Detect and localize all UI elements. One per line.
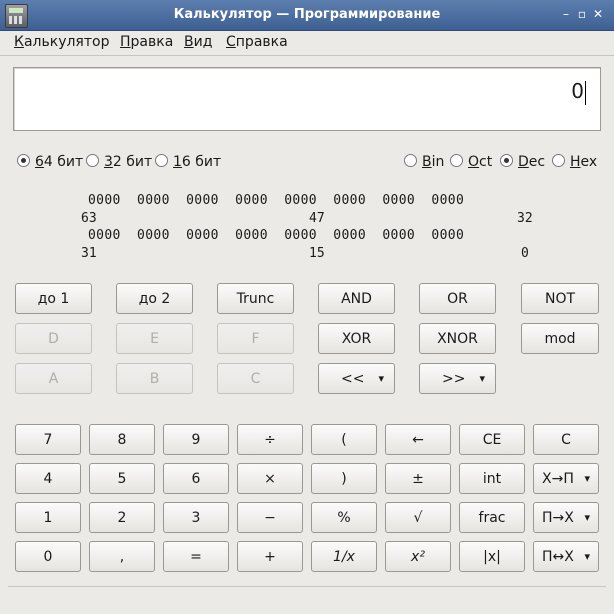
hex-a-button[interactable]: A	[15, 363, 92, 394]
digit-8-button[interactable]: 8	[89, 424, 155, 455]
radio-icon	[86, 154, 99, 167]
digit-3-button[interactable]: 3	[163, 502, 229, 533]
word-size-64-radio[interactable]: 64 бит	[17, 154, 83, 170]
digit-1-button[interactable]: 1	[15, 502, 81, 533]
or-button[interactable]: OR	[419, 283, 496, 314]
chevron-down-icon: ▾	[479, 372, 485, 385]
menu-view[interactable]: Вид	[184, 34, 212, 50]
radio-selected-icon	[17, 154, 30, 167]
digit-9-button[interactable]: 9	[163, 424, 229, 455]
digit-0-button[interactable]: 0	[15, 541, 81, 572]
plus-minus-button[interactable]: ±	[385, 463, 451, 494]
clear-entry-button[interactable]: CE	[459, 424, 525, 455]
left-paren-button[interactable]: (	[311, 424, 377, 455]
right-paren-button[interactable]: )	[311, 463, 377, 494]
trunc-button[interactable]: Trunc	[217, 283, 294, 314]
radio-icon	[155, 154, 168, 167]
bits-row-upper[interactable]: 0000 0000 0000 0000 0000 0000 0000 0000	[88, 193, 464, 208]
menu-help[interactable]: Справка	[226, 34, 288, 50]
digit-2-button[interactable]: 2	[89, 502, 155, 533]
radio-selected-icon	[500, 154, 513, 167]
and-button[interactable]: AND	[318, 283, 395, 314]
shift-right-label: >>	[442, 370, 466, 387]
radio-icon	[450, 154, 463, 167]
base-dec-radio[interactable]: Dec	[500, 154, 545, 170]
fill-ones-button[interactable]: до 1	[15, 283, 92, 314]
digit-4-button[interactable]: 4	[15, 463, 81, 494]
menu-calculator[interactable]: Калькулятор	[14, 34, 109, 50]
base-hex-radio[interactable]: Hex	[552, 154, 597, 170]
bit-label-32: 32	[517, 211, 533, 226]
hex-e-button[interactable]: E	[116, 323, 193, 354]
exchange-memory-dropdown[interactable]: П↔X ▾	[533, 541, 599, 572]
menu-edit[interactable]: Правка	[120, 34, 173, 50]
store-memory-label: X→П	[542, 470, 574, 487]
not-button[interactable]: NOT	[521, 283, 599, 314]
maximize-icon[interactable]: ▫	[576, 8, 588, 20]
bit-label-15: 15	[309, 246, 325, 261]
chevron-down-icon: ▾	[378, 372, 384, 385]
bit-label-47: 47	[309, 211, 325, 226]
digit-7-button[interactable]: 7	[15, 424, 81, 455]
menu-bar: Калькулятор Правка Вид Справка	[0, 31, 614, 56]
digit-6-button[interactable]: 6	[163, 463, 229, 494]
square-button[interactable]: x²	[385, 541, 451, 572]
chevron-down-icon: ▾	[584, 550, 590, 563]
status-separator	[8, 586, 606, 587]
reciprocal-button[interactable]: 1/x	[311, 541, 377, 572]
subtract-button[interactable]: −	[237, 502, 303, 533]
xnor-button[interactable]: XNOR	[419, 323, 496, 354]
mod-button[interactable]: mod	[521, 323, 599, 354]
word-size-16-radio[interactable]: 16 бит	[155, 154, 221, 170]
bit-label-31: 31	[81, 246, 97, 261]
chevron-down-icon: ▾	[584, 472, 590, 485]
digit-5-button[interactable]: 5	[89, 463, 155, 494]
radio-icon	[404, 154, 417, 167]
multiply-button[interactable]: ×	[237, 463, 303, 494]
percent-button[interactable]: %	[311, 502, 377, 533]
hex-d-button[interactable]: D	[15, 323, 92, 354]
xor-button[interactable]: XOR	[318, 323, 395, 354]
backspace-button[interactable]: ←	[385, 424, 451, 455]
base-oct-radio[interactable]: Oct	[450, 154, 492, 170]
shift-left-label: <<	[341, 370, 365, 387]
exchange-memory-label: П↔X	[542, 548, 574, 565]
abs-button[interactable]: |x|	[459, 541, 525, 572]
display-value: 0	[571, 79, 586, 105]
add-button[interactable]: +	[237, 541, 303, 572]
store-memory-dropdown[interactable]: X→П ▾	[533, 463, 599, 494]
frac-button[interactable]: frac	[459, 502, 525, 533]
clear-button[interactable]: C	[533, 424, 599, 455]
sqrt-button[interactable]: √	[385, 502, 451, 533]
bit-label-0: 0	[521, 246, 529, 261]
hex-b-button[interactable]: B	[116, 363, 193, 394]
fill-twos-button[interactable]: до 2	[116, 283, 193, 314]
bit-label-63: 63	[81, 211, 97, 226]
divide-button[interactable]: ÷	[237, 424, 303, 455]
word-size-32-radio[interactable]: 32 бит	[86, 154, 152, 170]
equals-button[interactable]: =	[163, 541, 229, 572]
shift-left-dropdown[interactable]: << ▾	[318, 363, 395, 394]
int-button[interactable]: int	[459, 463, 525, 494]
title-bar: Калькулятор — Программирование – ▫ ✕	[0, 0, 614, 31]
recall-memory-label: П→X	[542, 509, 574, 526]
recall-memory-dropdown[interactable]: П→X ▾	[533, 502, 599, 533]
base-bin-radio[interactable]: Bin	[404, 154, 444, 170]
bits-row-lower[interactable]: 0000 0000 0000 0000 0000 0000 0000 0000	[88, 228, 464, 243]
window-title: Калькулятор — Программирование	[173, 7, 441, 22]
minimize-icon[interactable]: –	[560, 8, 572, 20]
hex-f-button[interactable]: F	[217, 323, 294, 354]
display-field[interactable]: 0	[13, 67, 601, 131]
chevron-down-icon: ▾	[584, 511, 590, 524]
hex-c-button[interactable]: C	[217, 363, 294, 394]
close-icon[interactable]: ✕	[592, 8, 604, 20]
radio-icon	[552, 154, 565, 167]
text-caret	[585, 80, 586, 105]
shift-right-dropdown[interactable]: >> ▾	[419, 363, 496, 394]
decimal-button[interactable]: ,	[89, 541, 155, 572]
